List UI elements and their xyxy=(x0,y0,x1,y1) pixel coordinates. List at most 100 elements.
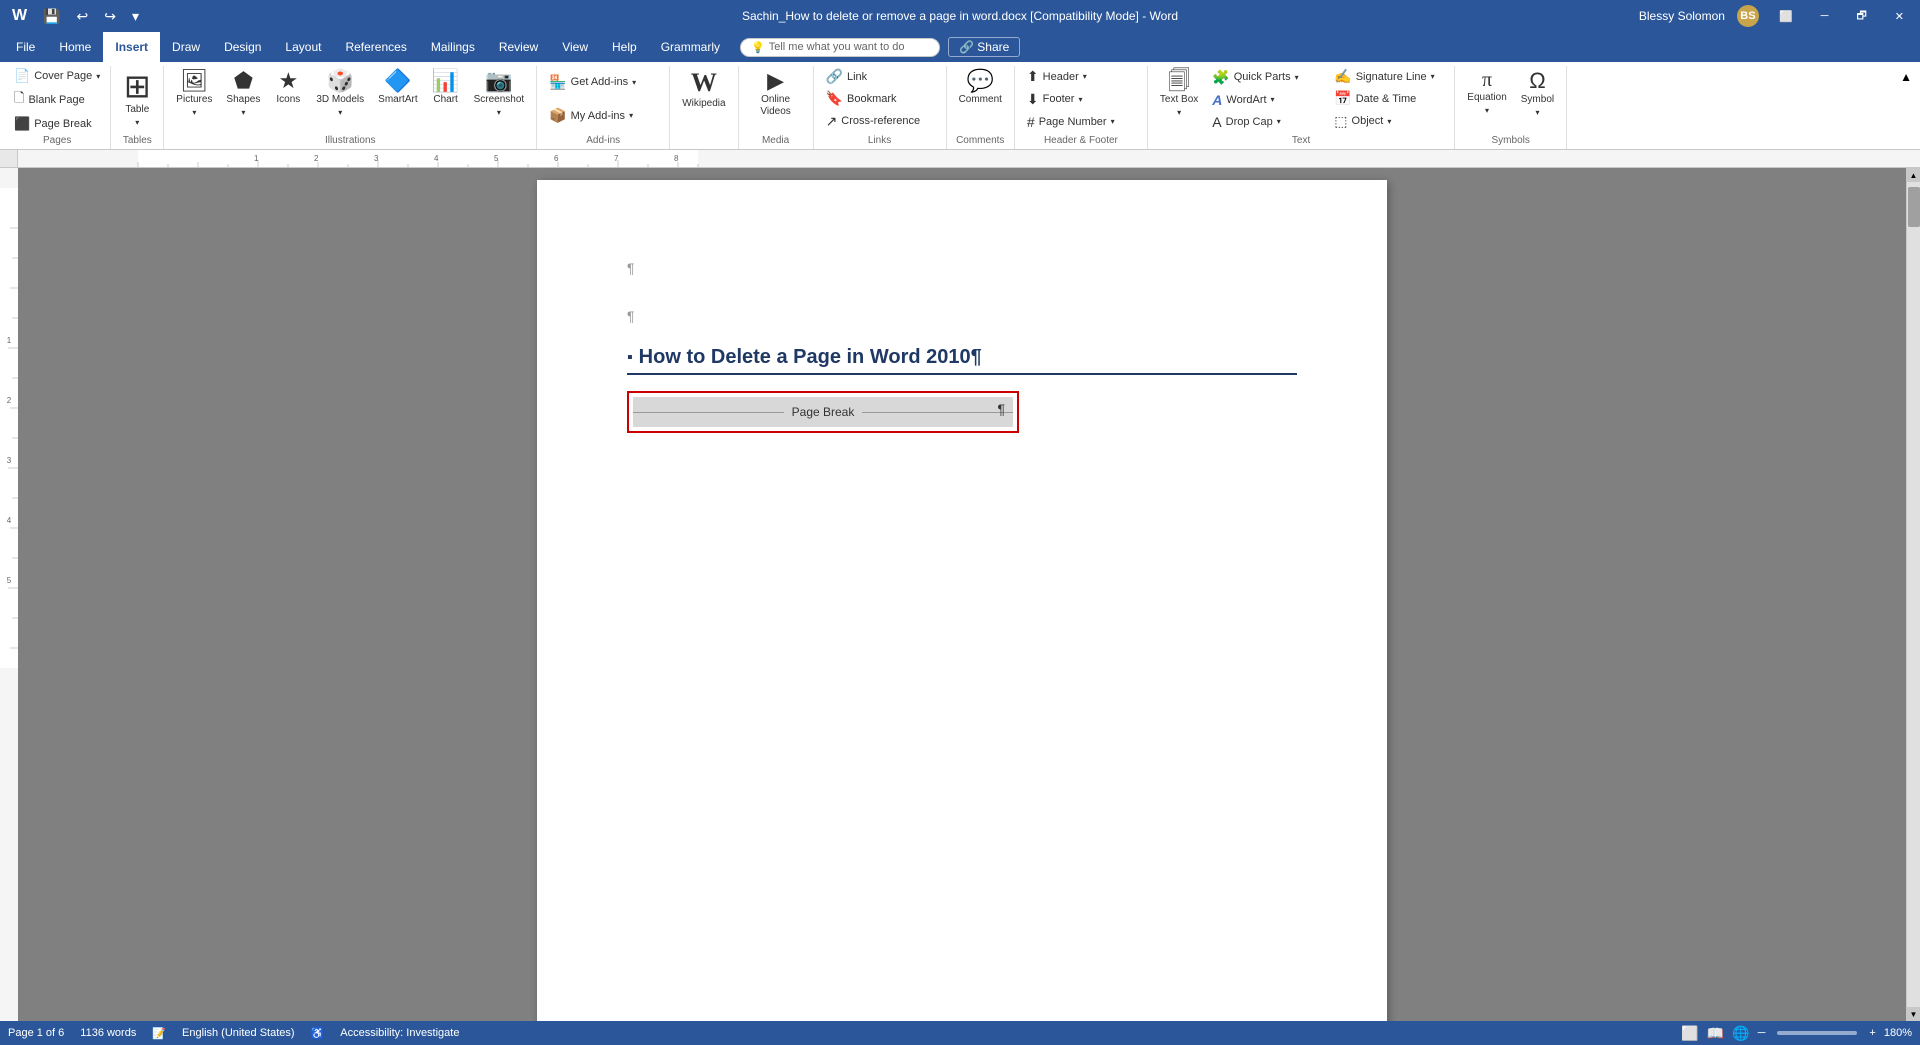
status-bar: Page 1 of 6 1136 words 📝 English (United… xyxy=(0,1021,1920,1045)
comments-group-items: 💬 Comment xyxy=(953,66,1008,132)
svg-text:2: 2 xyxy=(7,396,12,405)
ribbon-display-options-button[interactable]: ⬜ xyxy=(1771,8,1801,25)
wordart-button[interactable]: A WordArt ▾ xyxy=(1206,90,1326,110)
tell-me-input[interactable]: 💡 Tell me what you want to do xyxy=(740,38,940,57)
tab-references[interactable]: References xyxy=(333,32,418,62)
pictures-button[interactable]: 🖼 Pictures ▾ xyxy=(170,66,218,121)
get-addins-button[interactable]: 🏪 Get Add-ins ▾ xyxy=(543,72,663,93)
blank-page-button[interactable]: 🗋 Blank Page xyxy=(10,87,104,113)
addins-group-label: Add-ins xyxy=(543,132,663,149)
icons-button[interactable]: ★ Icons xyxy=(268,66,308,110)
quick-parts-button[interactable]: 🧩 Quick Parts ▾ xyxy=(1206,67,1326,88)
ruler-container: 1 2 3 4 5 6 7 8 xyxy=(0,150,1920,168)
restore-button[interactable]: 🗗 xyxy=(1848,5,1874,28)
ribbon-tabs: File Home Insert Draw Design Layout Refe… xyxy=(0,32,1920,62)
cross-reference-button[interactable]: ↗ Cross-reference xyxy=(820,111,940,132)
tab-mailings[interactable]: Mailings xyxy=(419,32,487,62)
tab-home[interactable]: Home xyxy=(47,32,103,62)
scroll-thumb[interactable] xyxy=(1908,187,1920,227)
close-button[interactable]: ✕ xyxy=(1887,8,1912,25)
object-button[interactable]: ⬚ Object ▾ xyxy=(1328,111,1448,132)
3d-dropdown-arrow: ▾ xyxy=(338,108,342,117)
smartart-icon: 🔷 xyxy=(384,70,411,92)
my-addins-button[interactable]: 📦 My Add-ins ▾ xyxy=(543,105,663,126)
tab-design[interactable]: Design xyxy=(212,32,273,62)
tab-insert[interactable]: Insert xyxy=(103,32,160,62)
share-button[interactable]: 🔗 Share xyxy=(948,37,1020,57)
ribbon-group-tables: ⊞ Table ▾ Tables xyxy=(111,66,164,149)
text-right-col: 🧩 Quick Parts ▾ A WordArt ▾ A Drop Cap ▾ xyxy=(1206,66,1326,132)
equation-button[interactable]: π Equation ▾ xyxy=(1461,66,1512,119)
minimize-button[interactable]: ─ xyxy=(1813,8,1837,24)
links-group-label: Links xyxy=(820,132,940,149)
shapes-button[interactable]: ⬟ Shapes ▾ xyxy=(220,66,266,121)
page-break-button[interactable]: ⬛ Page Break xyxy=(10,114,104,134)
tab-draw[interactable]: Draw xyxy=(160,32,212,62)
symbol-dropdown: ▾ xyxy=(1535,108,1539,117)
signature-line-button[interactable]: ✍ Signature Line ▾ xyxy=(1328,66,1448,87)
redo-button[interactable]: ↪ xyxy=(100,6,120,27)
3d-models-button[interactable]: 🎲 3D Models ▾ xyxy=(310,66,370,121)
media-group-label: Media xyxy=(745,132,807,149)
tab-layout[interactable]: Layout xyxy=(273,32,333,62)
tab-grammarly[interactable]: Grammarly xyxy=(649,32,732,62)
wikipedia-button[interactable]: W Wikipedia xyxy=(676,66,731,114)
drop-cap-button[interactable]: A Drop Cap ▾ xyxy=(1206,112,1326,132)
table-button[interactable]: ⊞ Table ▾ xyxy=(117,66,157,131)
pages-buttons-col: 📄 Cover Page ▾ 🗋 Blank Page ⬛ Page Break xyxy=(10,66,104,132)
ribbon-group-comments: 💬 Comment Comments xyxy=(947,66,1015,149)
screenshot-button[interactable]: 📷 Screenshot ▾ xyxy=(468,66,531,121)
comment-button[interactable]: 💬 Comment xyxy=(953,66,1008,110)
bookmark-button[interactable]: 🔖 Bookmark xyxy=(820,88,940,109)
customize-quick-access-button[interactable]: ▾ xyxy=(128,6,143,27)
online-videos-icon: ▶ xyxy=(767,70,784,92)
symbols-group-items: π Equation ▾ Ω Symbol ▾ xyxy=(1461,66,1560,132)
undo-button[interactable]: ↩ xyxy=(73,6,93,27)
chart-button[interactable]: 📊 Chart xyxy=(426,66,466,110)
tables-group-items: ⊞ Table ▾ xyxy=(117,66,157,132)
cover-page-button[interactable]: 📄 Cover Page ▾ xyxy=(10,66,104,86)
document-scroll-area[interactable]: ¶ ¶ How to Delete a Page in Word 2010¶ P… xyxy=(18,168,1906,1021)
date-time-button[interactable]: 📅 Date & Time xyxy=(1328,88,1448,109)
scroll-down-button[interactable]: ▼ xyxy=(1907,1007,1920,1021)
svg-text:5: 5 xyxy=(7,576,12,585)
tab-file[interactable]: File xyxy=(4,32,47,62)
page-number-button[interactable]: # Page Number ▾ xyxy=(1021,112,1141,132)
title-bar-right: Blessy Solomon BS ⬜ ─ 🗗 ✕ xyxy=(1639,5,1912,28)
user-avatar[interactable]: BS xyxy=(1737,5,1759,27)
shapes-dropdown-arrow: ▾ xyxy=(241,108,245,117)
vertical-scrollbar[interactable]: ▲ ▼ xyxy=(1906,168,1920,1021)
collapse-ribbon-button[interactable]: ▲ xyxy=(1896,66,1916,88)
zoom-slider[interactable] xyxy=(1777,1031,1857,1035)
pages-group-items: 📄 Cover Page ▾ 🗋 Blank Page ⬛ Page Break xyxy=(10,66,104,132)
drop-cap-dropdown: ▾ xyxy=(1277,117,1281,126)
tab-help[interactable]: Help xyxy=(600,32,649,62)
online-videos-button[interactable]: ▶ Online Videos xyxy=(745,66,807,122)
addins-col: 🏪 Get Add-ins ▾ 📦 My Add-ins ▾ xyxy=(543,66,663,132)
link-button[interactable]: 🔗 Link xyxy=(820,66,940,87)
horizontal-ruler: 1 2 3 4 5 6 7 8 xyxy=(18,150,1920,167)
equation-dropdown: ▾ xyxy=(1485,106,1489,115)
smartart-button[interactable]: 🔷 SmartArt xyxy=(372,66,423,110)
object-dropdown: ▾ xyxy=(1387,117,1391,126)
3d-models-icon: 🎲 xyxy=(327,70,354,92)
text-right-col2: ✍ Signature Line ▾ 📅 Date & Time ⬚ Objec… xyxy=(1328,66,1448,132)
text-box-button[interactable]: 🗐 Text Box ▾ xyxy=(1154,66,1204,121)
tab-review[interactable]: Review xyxy=(487,32,550,62)
my-addins-icon: 📦 xyxy=(549,107,566,124)
header-footer-group-items: ⬆ Header ▾ ⬇ Footer ▾ # Page Number ▾ xyxy=(1021,66,1141,132)
cover-page-icon: 📄 xyxy=(14,68,30,84)
date-time-icon: 📅 xyxy=(1334,90,1351,107)
page-break-selection[interactable]: Page Break ¶ xyxy=(627,391,1019,433)
symbol-button[interactable]: Ω Symbol ▾ xyxy=(1515,66,1560,121)
lightbulb-icon: 💡 xyxy=(751,41,765,54)
tab-view[interactable]: View xyxy=(550,32,600,62)
ribbon-group-illustrations: 🖼 Pictures ▾ ⬟ Shapes ▾ ★ Icons 🎲 3D Mod… xyxy=(164,66,537,149)
header-button[interactable]: ⬆ Header ▾ xyxy=(1021,66,1141,87)
header-footer-col: ⬆ Header ▾ ⬇ Footer ▾ # Page Number ▾ xyxy=(1021,66,1141,132)
save-button[interactable]: 💾 xyxy=(39,6,64,27)
footer-button[interactable]: ⬇ Footer ▾ xyxy=(1021,89,1141,110)
scroll-track[interactable] xyxy=(1907,182,1920,1007)
comments-group-label: Comments xyxy=(953,132,1008,149)
scroll-up-button[interactable]: ▲ xyxy=(1907,168,1920,182)
